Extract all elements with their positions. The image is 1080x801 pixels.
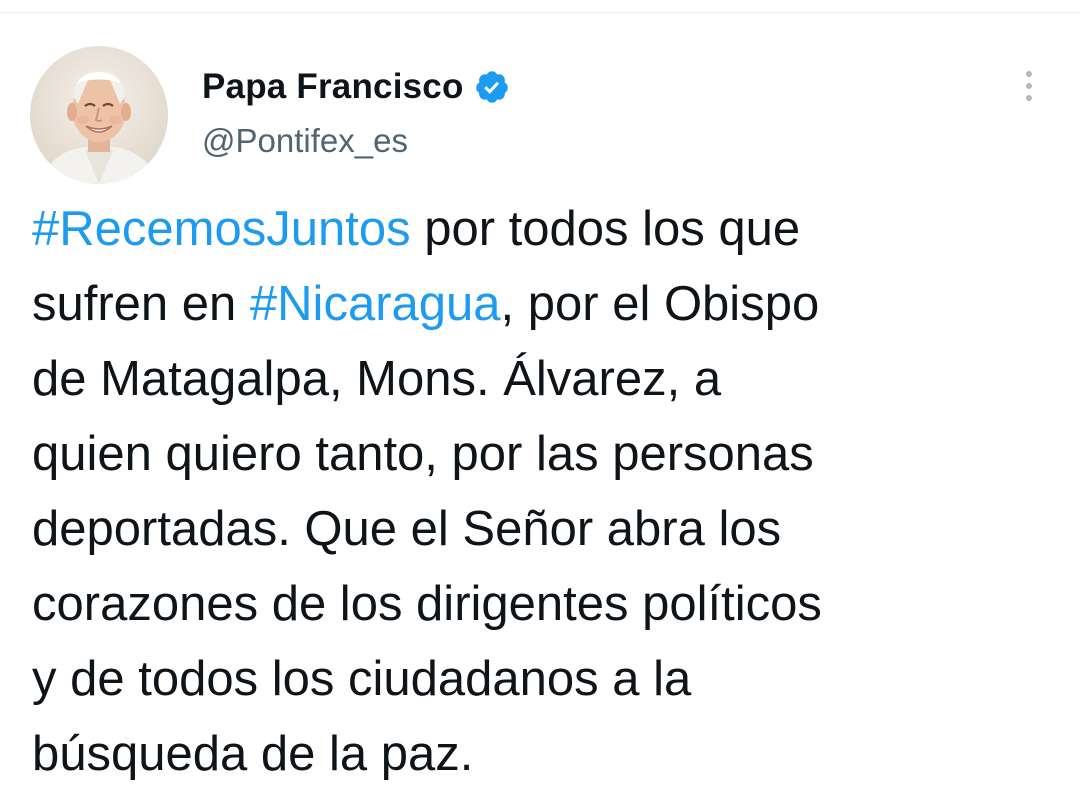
author-display-name[interactable]: Papa Francisco [202, 67, 464, 107]
profile-photo [30, 46, 168, 184]
tweet-line: corazones de los dirigentes políticos [32, 567, 1032, 642]
tweet-text-segment: sufren en [32, 277, 250, 331]
more-options-button[interactable] [1012, 66, 1046, 106]
tweet-text-segment: deportadas. Que el Señor abra los [32, 502, 782, 556]
tweet-text-segment: , por el Obispo [500, 277, 820, 331]
tweet-text-segment: por todos los que [410, 202, 801, 256]
avatar[interactable] [30, 46, 168, 184]
tweet-line: deportadas. Que el Señor abra los [32, 492, 1032, 567]
tweet-text-segment: corazones de los dirigentes políticos [32, 577, 822, 631]
more-dot [1026, 83, 1032, 89]
tweet-text-segment: quien quiero tanto, por las personas [32, 427, 814, 481]
tweet-text-segment: búsqueda de la paz. [32, 727, 474, 781]
more-vertical-icon [1026, 71, 1032, 77]
tweet-line: búsqueda de la paz. [32, 717, 1032, 792]
verified-badge-icon [474, 69, 510, 105]
author-handle[interactable]: @Pontifex_es [202, 122, 408, 160]
hashtag-link[interactable]: #Nicaragua [250, 277, 501, 331]
top-divider [0, 12, 1080, 13]
author-name-row: Papa Francisco [202, 62, 510, 112]
more-dot [1026, 95, 1032, 101]
tweet-line: y de todos los ciudadanos a la [32, 642, 1032, 717]
tweet-text: #RecemosJuntos por todos los que sufren … [32, 192, 1032, 792]
tweet-text-segment: y de todos los ciudadanos a la [32, 652, 692, 706]
tweet-text-segment: de Matagalpa, Mons. Álvarez, a [32, 352, 722, 406]
tweet-line: #RecemosJuntos por todos los que [32, 192, 1032, 267]
tweet-line: sufren en #Nicaragua, por el Obispo [32, 267, 1032, 342]
tweet-line: quien quiero tanto, por las personas [32, 417, 1032, 492]
tweet-line: de Matagalpa, Mons. Álvarez, a [32, 342, 1032, 417]
hashtag-link[interactable]: #RecemosJuntos [32, 202, 411, 256]
